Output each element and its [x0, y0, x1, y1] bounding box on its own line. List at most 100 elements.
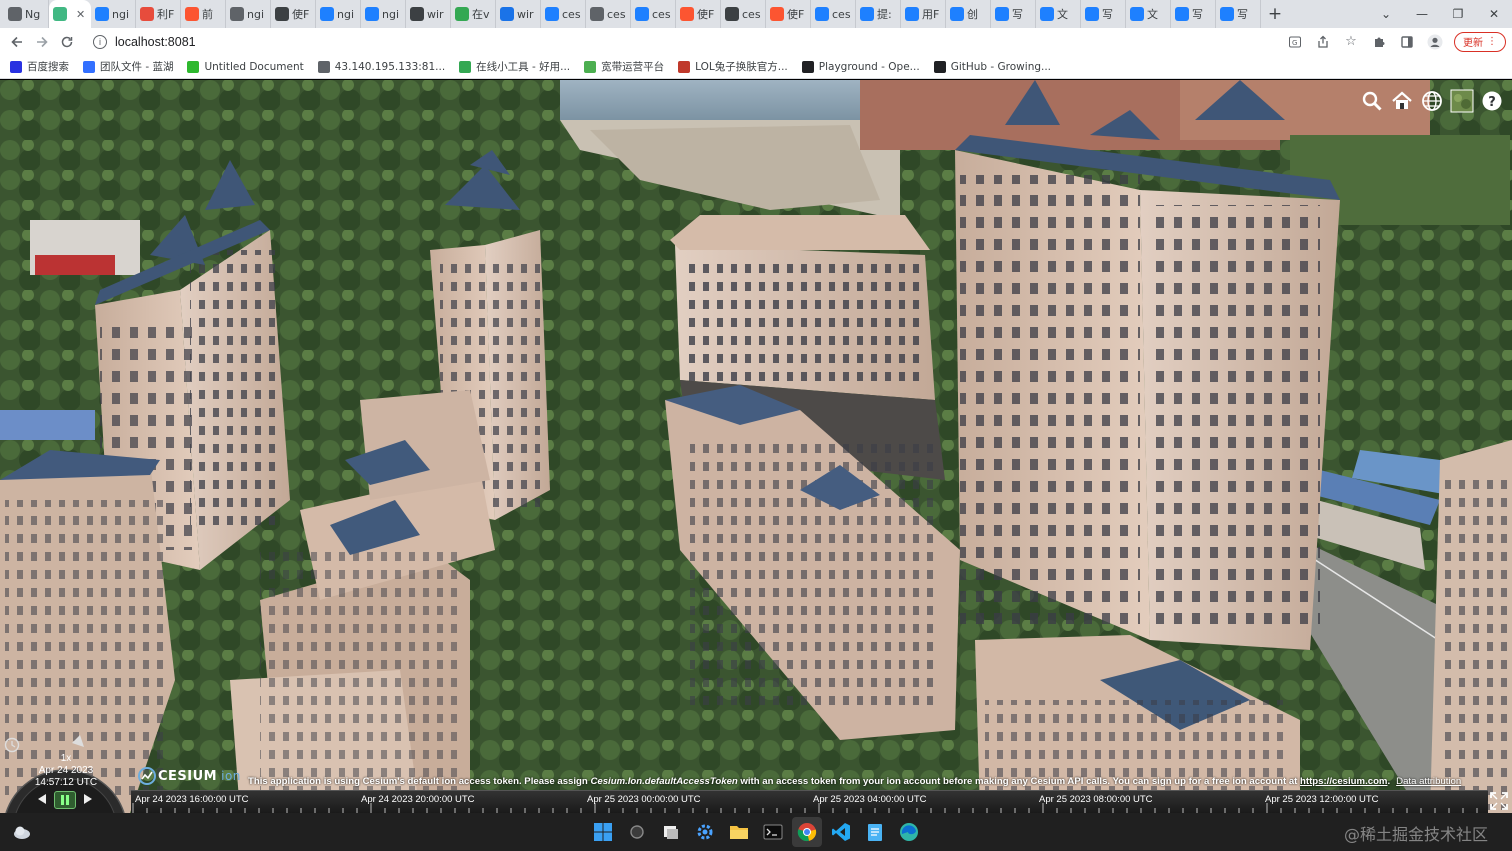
globe-icon — [230, 7, 244, 21]
browser-tab[interactable]: 利F — [136, 0, 181, 28]
profile-avatar-icon[interactable] — [1422, 30, 1448, 54]
tab-search-icon[interactable]: ⌄ — [1368, 0, 1404, 28]
tab-label: 使F — [697, 8, 715, 21]
pause-button[interactable] — [54, 791, 76, 809]
bookmark-star-icon[interactable]: ☆ — [1338, 30, 1364, 54]
bookmark-favicon-icon — [10, 60, 22, 73]
browser-tab[interactable]: 前 — [181, 0, 226, 28]
globe-icon — [8, 7, 22, 21]
bookmark-item[interactable]: 宽带运营平台 — [584, 59, 664, 74]
browser-tab[interactable]: ces — [541, 0, 586, 28]
3d-city-scene[interactable] — [0, 80, 1512, 813]
browser-tab[interactable]: wir — [496, 0, 541, 28]
bookmark-item[interactable]: 在线小工具 - 好用... — [459, 59, 570, 74]
site-info-icon[interactable]: i — [93, 34, 107, 49]
weather-widget[interactable] — [12, 823, 32, 841]
vscode-icon[interactable] — [826, 817, 856, 847]
browser-tab[interactable]: wir — [406, 0, 451, 28]
side-panel-icon[interactable] — [1394, 30, 1420, 54]
clock-icon[interactable] — [4, 737, 20, 753]
weather-cloud-icon — [14, 826, 30, 839]
update-button[interactable]: 更新 ⋮ — [1454, 31, 1506, 52]
bookmark-item[interactable]: GitHub - Growing... — [933, 60, 1051, 73]
minimize-icon[interactable]: — — [1404, 0, 1440, 28]
browser-tab[interactable]: 文 — [1036, 0, 1081, 28]
browser-tab[interactable]: ces — [631, 0, 676, 28]
tab-label: 写 — [1012, 8, 1023, 21]
back-button[interactable] — [4, 29, 29, 54]
close-tab-icon[interactable]: ✕ — [76, 8, 85, 21]
bookmark-item[interactable]: 百度搜索 — [10, 59, 69, 74]
forward-arrow-icon — [36, 36, 48, 47]
windows-start-icon[interactable] — [588, 817, 618, 847]
cesium-credit-logo[interactable]: CESIUM ion — [138, 767, 241, 785]
base-layer-picker-button[interactable] — [1448, 87, 1476, 115]
browser-tab[interactable]: 在v — [451, 0, 496, 28]
browser-tab[interactable]: ngi — [226, 0, 271, 28]
cesium-toolbar: ? — [1358, 87, 1506, 115]
home-button[interactable] — [1388, 87, 1416, 115]
help-button[interactable]: ? — [1478, 87, 1506, 115]
translate-icon[interactable]: G — [1282, 30, 1308, 54]
bookmark-item[interactable]: 团队文件 - 蓝湖 — [83, 59, 173, 74]
play-forward-icon — [84, 794, 92, 804]
browser-tab[interactable]: 使F — [766, 0, 811, 28]
timeline[interactable]: Apr 24 2023 16:00:00 UTC Apr 24 2023 20:0… — [131, 790, 1488, 813]
cesium-viewer[interactable]: ? 1x Apr 24 2023 14:57:12 UTC CESIUM ion… — [0, 80, 1512, 813]
bookmark-item[interactable]: LOL兔子换肤官方... — [678, 59, 788, 74]
bookmark-item[interactable]: 43.140.195.133:81... — [317, 60, 445, 73]
play-reverse-button[interactable] — [34, 791, 50, 807]
search-icon[interactable] — [622, 817, 652, 847]
notepad-icon[interactable] — [860, 817, 890, 847]
task-view-icon[interactable] — [656, 817, 686, 847]
browser-tab[interactable]: 用F — [901, 0, 946, 28]
browser-tab[interactable]: 写 — [991, 0, 1036, 28]
tab-label: 提: — [877, 8, 892, 21]
browser-tab[interactable]: Ng — [4, 0, 49, 28]
close-window-icon[interactable]: ✕ — [1476, 0, 1512, 28]
extensions-icon[interactable] — [1366, 30, 1392, 54]
browser-tab[interactable]: ngi — [361, 0, 406, 28]
restore-icon[interactable]: ❐ — [1440, 0, 1476, 28]
credit-link[interactable]: https://cesium.com — [1300, 776, 1387, 787]
juejin-blue-icon — [905, 7, 919, 21]
bookmark-item[interactable]: Playground - Ope... — [801, 60, 920, 73]
browser-tab[interactable]: 写 — [1081, 0, 1126, 28]
edge-icon[interactable] — [894, 817, 924, 847]
browser-tab[interactable]: ces — [586, 0, 631, 28]
bookmark-favicon-icon — [933, 60, 946, 73]
shuttle-ring-pointer[interactable] — [72, 735, 84, 747]
bookmark-favicon-icon — [678, 60, 691, 73]
browser-tab[interactable]: 提: — [856, 0, 901, 28]
address-bar[interactable]: i localhost:8081 — [87, 30, 1279, 54]
browser-tab[interactable]: 使F — [271, 0, 316, 28]
browser-tab[interactable]: 文 — [1126, 0, 1171, 28]
browser-tab[interactable]: ngi — [91, 0, 136, 28]
browser-tab[interactable]: 使F — [676, 0, 721, 28]
address-text: localhost:8081 — [115, 34, 196, 49]
timeline-label: Apr 25 2023 08:00:00 UTC — [1039, 794, 1153, 805]
forward-button[interactable] — [29, 29, 54, 54]
browser-tab[interactable]: ✕ — [49, 0, 91, 28]
data-attribution-link[interactable]: Data attribution — [1396, 776, 1461, 787]
bookmark-item[interactable]: Untitled Document — [187, 60, 304, 73]
new-tab-button[interactable]: + — [1261, 0, 1289, 28]
geocoder-search-button[interactable] — [1358, 87, 1386, 115]
play-forward-button[interactable] — [80, 791, 96, 807]
scene-mode-button[interactable] — [1418, 87, 1446, 115]
browser-tab[interactable]: 创 — [946, 0, 991, 28]
browser-tab[interactable]: ces — [811, 0, 856, 28]
fullscreen-button[interactable] — [1490, 792, 1510, 812]
share-icon[interactable] — [1310, 30, 1336, 54]
tab-label: Ng — [25, 7, 41, 21]
browser-tab[interactable]: ngi — [316, 0, 361, 28]
reload-button[interactable] — [54, 29, 79, 54]
browser-tab[interactable]: 写 — [1216, 0, 1261, 28]
browser-tab[interactable]: 写 — [1171, 0, 1216, 28]
bookmark-label: 团队文件 - 蓝湖 — [100, 61, 174, 73]
file-explorer-icon[interactable] — [724, 817, 754, 847]
terminal-icon[interactable] — [758, 817, 788, 847]
settings-icon[interactable] — [690, 817, 720, 847]
browser-tab[interactable]: ces — [721, 0, 766, 28]
chrome-icon[interactable] — [792, 817, 822, 847]
